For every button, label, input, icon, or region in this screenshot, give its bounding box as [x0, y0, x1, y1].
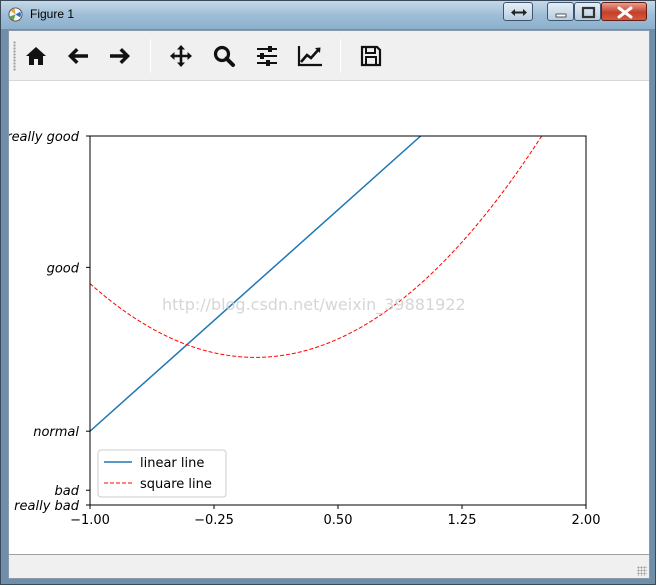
y-tick-label: bad	[55, 484, 80, 499]
home-icon	[26, 47, 46, 65]
toolbar-grip[interactable]	[13, 41, 16, 71]
x-tick-label: 0.50	[324, 513, 353, 528]
legend[interactable]: linear line square line	[97, 449, 227, 498]
zoom-button[interactable]	[209, 41, 239, 71]
home-button[interactable]	[21, 41, 51, 71]
close-button[interactable]	[601, 2, 647, 21]
maximize-icon	[581, 6, 596, 19]
y-tick-label: good	[47, 261, 80, 276]
y-tick-label: really bad	[14, 499, 80, 514]
arrow-right-icon	[110, 48, 130, 64]
watermark: http://blog.csdn.net/weixin_39881922	[162, 295, 466, 315]
resize-arrows-icon	[511, 9, 527, 16]
plot-area[interactable]: −1.00 −0.25 0.50 1.25 2.00 really bad bad norm…	[6, 82, 649, 554]
floppy-disk-icon	[360, 45, 382, 67]
minimize-button[interactable]	[547, 2, 574, 21]
toolbar-separator	[150, 39, 151, 73]
legend-label-square: square line	[140, 477, 212, 492]
series-square-line[interactable]	[90, 131, 545, 358]
arrow-left-icon	[68, 48, 88, 64]
series-linear-line[interactable]	[90, 82, 503, 432]
title-bar[interactable]: Figure 1	[1, 1, 655, 29]
restore-size-button[interactable]	[503, 2, 533, 21]
chart-line-icon	[297, 46, 322, 67]
save-button[interactable]	[356, 41, 386, 71]
x-tick-label: −1.00	[70, 513, 110, 528]
back-button[interactable]	[63, 41, 93, 71]
x-tick-label: 2.00	[572, 513, 601, 528]
pan-button[interactable]	[166, 41, 196, 71]
size-grip[interactable]	[637, 566, 647, 576]
line-chart[interactable]: −1.00 −0.25 0.50 1.25 2.00 really badbad norm…	[6, 82, 649, 554]
minimize-icon	[555, 13, 567, 18]
status-bar	[9, 554, 649, 578]
maximize-button[interactable]	[574, 2, 601, 21]
toolbar-separator	[340, 39, 341, 73]
edit-axis-button[interactable]	[295, 41, 325, 71]
forward-button[interactable]	[105, 41, 135, 71]
x-tick-label: −0.25	[194, 513, 234, 528]
x-tick-label: 1.25	[448, 513, 477, 528]
move-icon	[170, 45, 192, 67]
subplots-button[interactable]	[252, 41, 282, 71]
y-tick-label: really good	[9, 130, 80, 145]
figure-window: Figure 1 −1.00 −0.25 0.50 1.25 2.00 real…	[0, 0, 656, 585]
y-tick-label: normal	[33, 425, 79, 440]
legend-label-linear: linear line	[140, 456, 204, 471]
search-icon	[213, 45, 235, 67]
sliders-icon	[257, 46, 277, 66]
matplotlib-logo-icon	[8, 7, 23, 22]
figure-canvas-container: −1.00 −0.25 0.50 1.25 2.00 really bad bad norm…	[6, 30, 650, 579]
close-icon	[617, 6, 633, 19]
window-title: Figure 1	[30, 7, 75, 21]
navigation-toolbar	[9, 31, 649, 81]
